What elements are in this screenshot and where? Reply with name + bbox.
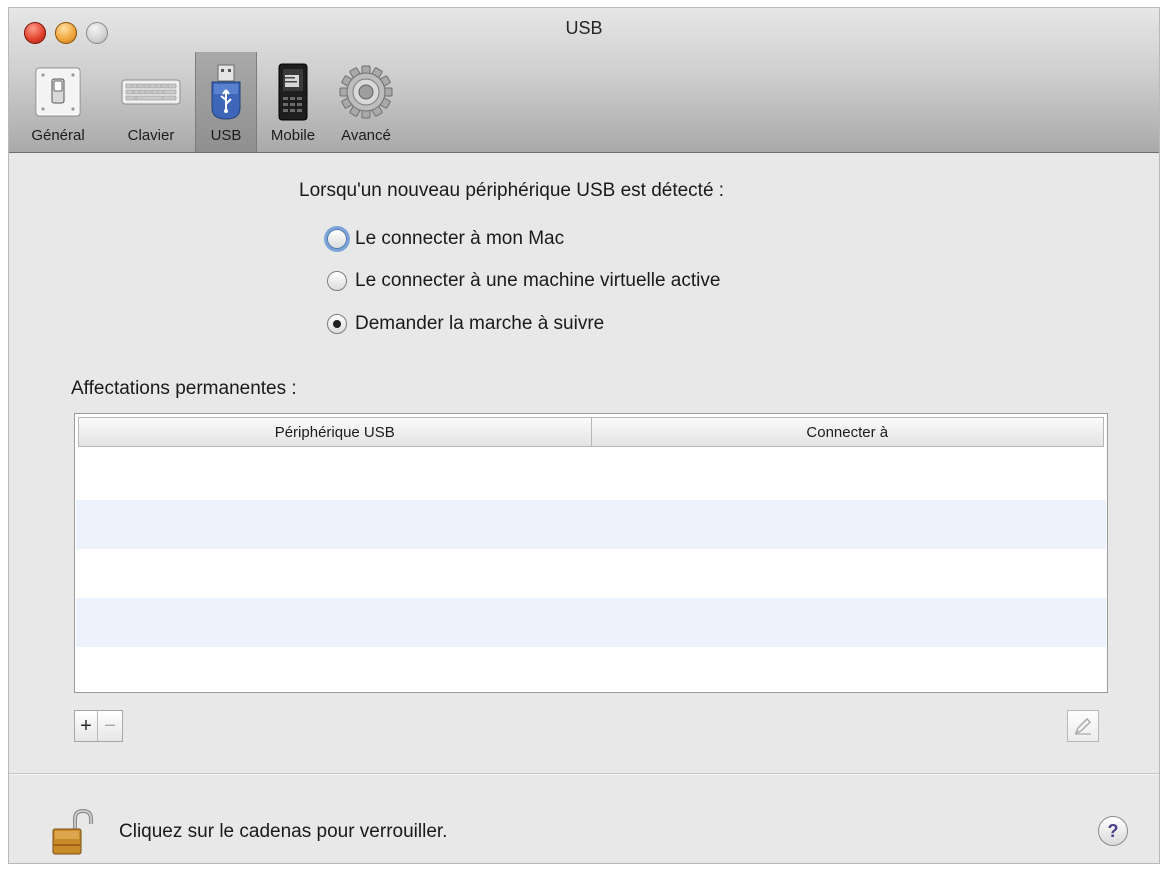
remove-button[interactable]: − <box>97 711 122 741</box>
preferences-window: USB Général Clavier USB Mobile Avancé Lo… <box>9 8 1159 863</box>
window-title: USB <box>565 18 603 38</box>
radio-connect-to-vm[interactable]: Le connecter à une machine virtuelle act… <box>327 270 720 292</box>
radio-connect-to-mac[interactable]: Le connecter à mon Mac <box>327 228 564 250</box>
radio-ask-what-to-do[interactable]: Demander la marche à suivre <box>327 313 604 335</box>
lock-instruction-text: Cliquez sur le cadenas pour verrouiller. <box>119 821 448 842</box>
tab-advanced-label: Avancé <box>341 127 391 144</box>
radio-button[interactable] <box>327 229 347 249</box>
table-row[interactable] <box>76 598 1106 647</box>
table-body <box>76 451 1106 692</box>
title-toolbar: USB Général Clavier USB Mobile Avancé <box>9 8 1159 153</box>
table-row[interactable] <box>76 451 1106 500</box>
radio-button[interactable] <box>327 271 347 291</box>
radio-label: Le connecter à une machine virtuelle act… <box>355 270 721 291</box>
table-row[interactable] <box>76 647 1106 692</box>
table-row[interactable] <box>76 549 1106 598</box>
mobile-phone-icon <box>263 63 323 121</box>
radio-button-selected[interactable] <box>327 314 347 334</box>
table-header: Périphérique USB Connecter à <box>78 417 1104 447</box>
radio-dot <box>333 320 341 328</box>
tab-keyboard[interactable]: Clavier <box>107 52 195 152</box>
help-button[interactable]: ? <box>1098 816 1128 846</box>
tab-advanced[interactable]: Avancé <box>329 52 403 152</box>
general-switch-icon <box>28 63 88 121</box>
unlocked-padlock-icon[interactable] <box>49 808 99 858</box>
tab-keyboard-label: Clavier <box>127 127 175 144</box>
radio-label: Le connecter à mon Mac <box>355 228 565 249</box>
footer-divider <box>9 773 1159 774</box>
pencil-icon <box>1074 718 1091 735</box>
tab-mobile-label: Mobile <box>270 127 316 144</box>
usb-detected-prompt: Lorsqu'un nouveau périphérique USB est d… <box>299 180 725 201</box>
tab-general-label: Général <box>31 127 85 144</box>
usb-drive-icon <box>196 63 256 121</box>
preferences-toolbar: Général Clavier USB Mobile Avancé <box>9 52 403 152</box>
add-button[interactable]: + <box>75 711 97 741</box>
column-header-usb-device[interactable]: Périphérique USB <box>79 418 591 446</box>
tab-usb[interactable]: USB <box>195 52 257 152</box>
assignments-table[interactable]: Périphérique USB Connecter à <box>74 413 1108 693</box>
table-row[interactable] <box>76 500 1106 549</box>
gear-icon <box>336 63 396 121</box>
keyboard-icon <box>121 63 181 121</box>
tab-mobile[interactable]: Mobile <box>257 52 329 152</box>
radio-label: Demander la marche à suivre <box>355 313 605 334</box>
edit-button[interactable] <box>1067 710 1099 742</box>
column-header-connect-to[interactable]: Connecter à <box>590 418 1104 446</box>
add-remove-buttons: + − <box>74 710 123 742</box>
permanent-assignments-label: Affectations permanentes : <box>71 378 297 399</box>
tab-general[interactable]: Général <box>9 52 107 152</box>
tab-usb-label: USB <box>210 127 242 144</box>
